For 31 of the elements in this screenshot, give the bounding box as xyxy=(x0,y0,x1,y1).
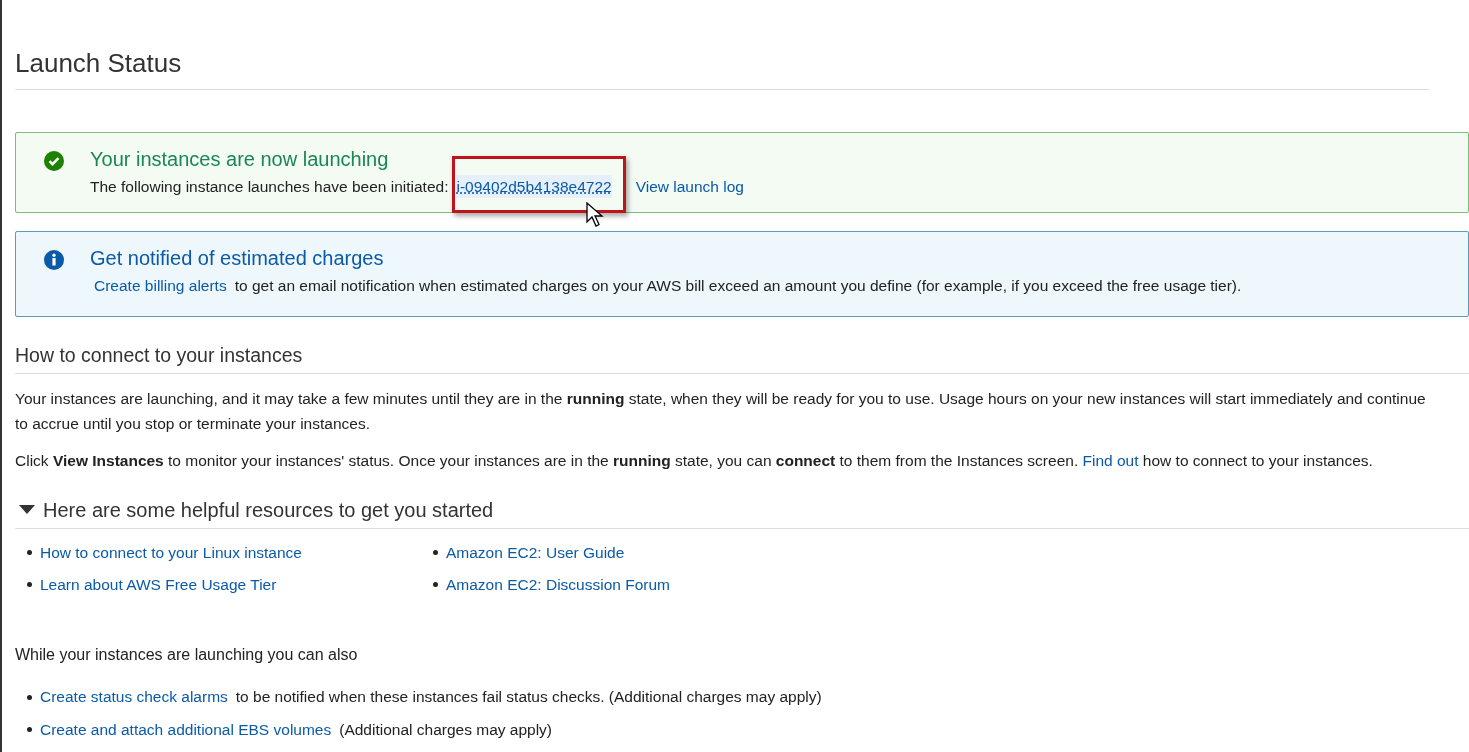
billing-alerts-link[interactable]: Create billing alerts xyxy=(94,274,227,298)
resource-link[interactable]: Amazon EC2: Discussion Forum xyxy=(446,573,670,597)
check-circle-icon xyxy=(44,151,64,172)
resource-link[interactable]: How to connect to your Linux instance xyxy=(40,540,302,565)
bullet-icon xyxy=(27,582,32,588)
bullet-icon xyxy=(27,550,32,556)
bullet-icon xyxy=(27,726,32,732)
alert-text: to get an email notification when estimated charges on your AWS bill exceed an amount you define (for example, if you exceed the free usage tier). xyxy=(234,276,1242,297)
item-text: (Additional charges may apply) xyxy=(339,719,553,740)
bullet-icon xyxy=(433,582,438,588)
alert-text: The following instance launches have been initiated: xyxy=(90,177,449,198)
alert-heading: Your instances are now launching xyxy=(90,147,390,172)
resource-link[interactable]: Learn about AWS Free Usage Tier xyxy=(40,573,277,597)
bullet-icon xyxy=(433,550,438,556)
item-text: to be notified when these instances fail status checks. (Additional charges may apply) xyxy=(235,687,822,708)
resource-link[interactable]: Amazon EC2: User Guide xyxy=(446,540,625,565)
paragraph: Your instances are launching, and it may take a few minutes until they are in the running state, when they will be ready for you to use. Usage hours on your new instances will start immediately and continue to accrue until you stop or terminate your instances. xyxy=(15,388,1427,434)
caret-down-icon[interactable] xyxy=(19,504,35,515)
section-text: While your instances are launching you can also xyxy=(15,645,359,666)
action-link[interactable]: Create and attach additional EBS volumes xyxy=(40,717,332,741)
bullet-icon xyxy=(27,694,32,700)
section-heading: How to connect to your instances xyxy=(15,340,1469,374)
action-link[interactable]: Create status check alarms xyxy=(40,685,228,709)
instance-link[interactable]: i-09402d5b4138e4722 xyxy=(456,175,612,199)
paragraph: Click View Instances to monitor your instances' status. Once your instances are in the running state, you can connect to them from the Instances screen. Find out how to connect to your instances. xyxy=(15,450,1374,471)
section-heading: Here are some helpful resources to get you started xyxy=(43,497,494,523)
find-out-link[interactable]: Find out xyxy=(1082,451,1139,469)
info-icon xyxy=(44,250,64,271)
launch-log-link[interactable]: View launch log xyxy=(635,175,744,199)
page-title: Launch Status xyxy=(15,0,1429,91)
alert-heading: Get notified of estimated charges xyxy=(90,246,385,271)
